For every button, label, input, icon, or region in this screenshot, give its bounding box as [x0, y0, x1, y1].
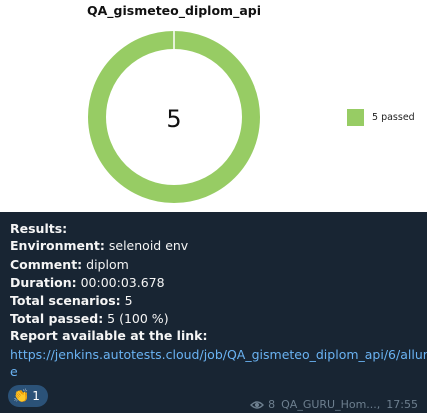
- message-time: 17:55: [386, 398, 418, 411]
- environment-label: Environment:: [10, 238, 105, 253]
- chart-legend: 5 passed: [347, 109, 415, 126]
- environment-value: selenoid env: [104, 238, 189, 253]
- donut-chart: 5: [88, 30, 260, 203]
- report-link[interactable]: https://jenkins.autotests.cloud/job/QA_g…: [10, 346, 427, 363]
- eye-icon: [250, 400, 265, 409]
- message-meta: 8 QA_GURU_Hom..., 17:55: [250, 398, 418, 411]
- total-scenarios-value: 5: [120, 293, 133, 308]
- duration-value: 00:00:03.678: [76, 275, 165, 290]
- results-heading: Results:: [10, 221, 68, 236]
- report-link-continuation[interactable]: e: [10, 363, 18, 380]
- clap-icon: 👏: [13, 388, 30, 404]
- total-scenarios-label: Total scenarios:: [10, 293, 121, 308]
- telegram-message: Results: Environment: selenoid env Comme…: [0, 212, 427, 413]
- reaction-count: 1: [32, 389, 40, 403]
- environment-row: Environment: selenoid env: [10, 237, 188, 254]
- duration-label: Duration:: [10, 275, 77, 290]
- total-passed-value: 5 (100 %): [103, 311, 169, 326]
- comment-value: diplom: [82, 257, 129, 272]
- duration-row: Duration: 00:00:03.678: [10, 274, 165, 291]
- total-scenarios-row: Total scenarios: 5: [10, 292, 133, 309]
- comment-row: Comment: diplom: [10, 256, 129, 273]
- legend-swatch: [347, 109, 364, 126]
- total-passed-row: Total passed: 5 (100 %): [10, 310, 169, 327]
- donut-center-value: 5: [166, 105, 181, 133]
- comment-label: Comment:: [10, 257, 83, 272]
- chart-title: QA_gismeteo_diplom_api: [86, 3, 261, 18]
- legend-label: 5 passed: [372, 112, 415, 123]
- channel-name: QA_GURU_Hom...,: [281, 398, 381, 411]
- reaction-button[interactable]: 👏 1: [8, 385, 48, 407]
- report-label: Report available at the link:: [10, 328, 208, 343]
- allure-chart-card: 5 QA_gismeteo_diplom_api 5 passed: [0, 0, 427, 212]
- total-passed-label: Total passed:: [10, 311, 104, 326]
- views-count: 8: [268, 398, 276, 411]
